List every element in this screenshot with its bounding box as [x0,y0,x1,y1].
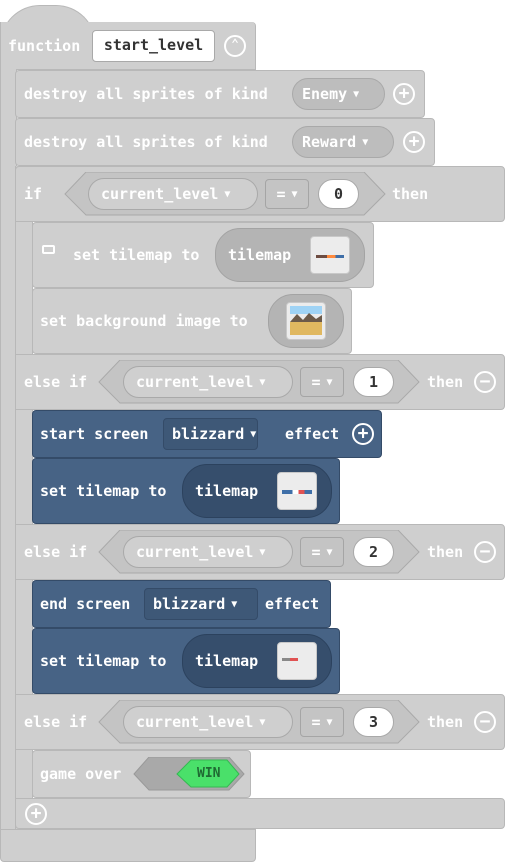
tilemap-label-1: tilemap [195,482,259,500]
variable-dropdown[interactable]: current_level ▼ [123,536,293,568]
enemy-kind-dropdown[interactable]: Enemy ▼ [292,78,385,110]
effect-value-2: blizzard [153,595,226,613]
function-name-field[interactable]: start_level [92,30,215,62]
background-image-reporter[interactable] [268,294,344,348]
chevron-down-icon: ▼ [259,547,266,558]
if-block-footer [15,798,505,829]
set-tilemap-label-1: set tilemap to [40,482,167,500]
value-field-0[interactable]: 0 [318,179,359,209]
tilemap-thumbnail-2[interactable] [277,642,317,680]
operator-dropdown[interactable]: = ▼ [300,367,344,397]
chevron-down-icon: ▼ [231,599,238,610]
if-keyword: if [24,185,43,203]
plus-icon[interactable]: + [352,423,374,445]
value-field-2[interactable]: 2 [353,537,394,567]
then-keyword: then [427,373,464,391]
end-screen-label: end screen [40,595,131,613]
minus-icon[interactable]: − [474,371,496,393]
reward-kind-dropdown[interactable]: Reward ▼ [292,126,394,158]
operator-dropdown[interactable]: = ▼ [265,179,309,209]
win-boolean-slot [133,757,245,791]
effect-suffix-1: effect [285,425,340,443]
set-tilemap-label-0: set tilemap to [73,246,200,264]
effect-dropdown-2[interactable]: blizzard ▼ [144,588,258,620]
destroy-reward-label: destroy all sprites of kind [24,133,268,151]
chevron-down-icon: ▼ [259,717,266,728]
operator-value: = [311,713,321,731]
chevron-down-icon: ▼ [326,717,333,728]
operator-dropdown[interactable]: = ▼ [300,707,344,737]
chevron-down-icon: ▼ [362,137,369,148]
mountains-icon [290,313,322,322]
chevron-down-icon: ▼ [291,189,298,200]
else-if-keyword-3: else if [24,713,88,731]
start-screen-label: start screen [40,425,149,443]
effect-value-1: blizzard [172,425,245,443]
variable-name: current_level [136,543,254,561]
then-keyword: then [427,713,464,731]
tilemap-reporter-1[interactable]: tilemap [182,464,332,518]
operator-value: = [276,185,286,203]
plus-icon[interactable]: + [25,803,47,825]
plus-icon[interactable]: + [393,83,415,105]
function-footer [0,829,256,862]
minus-icon[interactable]: − [474,711,496,733]
destroy-enemy-label: destroy all sprites of kind [24,85,268,103]
screen-icon [42,245,55,254]
tilemap-thumbnail-1[interactable] [277,472,317,510]
reward-kind-value: Reward [302,133,357,151]
tilemap-preview-line [316,255,344,258]
chevron-down-icon: ▼ [224,189,231,200]
operator-value: = [311,373,321,391]
variable-dropdown[interactable]: current_level ▼ [123,706,293,738]
chevron-down-icon: ▼ [353,89,360,100]
operator-value: = [311,543,321,561]
chevron-down-icon: ▼ [326,547,333,558]
sand [290,322,322,335]
variable-dropdown[interactable]: current_level ▼ [88,178,258,210]
tilemap-reporter-2[interactable]: tilemap [182,634,332,688]
effect-suffix-2: effect [265,595,320,613]
tilemap-preview-line [282,490,312,494]
else-if-keyword-1: else if [24,373,88,391]
variable-name: current_level [136,713,254,731]
chevron-up-icon[interactable]: ⌃ [224,35,246,57]
function-keyword: function [8,37,81,55]
tilemap-label-0: tilemap [228,246,292,264]
effect-dropdown-1[interactable]: blizzard ▼ [163,418,258,450]
win-value[interactable]: WIN [197,764,220,784]
tilemap-reporter-0[interactable]: tilemap [215,228,365,282]
value-field-1[interactable]: 1 [353,367,394,397]
enemy-kind-value: Enemy [302,85,348,103]
value-field-3[interactable]: 3 [353,707,394,737]
tilemap-preview-line [282,658,298,661]
else-if-keyword-2: else if [24,543,88,561]
tilemap-thumbnail-0[interactable] [310,236,350,274]
set-tilemap-label-2: set tilemap to [40,652,167,670]
set-background-label: set background image to [40,312,248,330]
minus-icon[interactable]: − [474,541,496,563]
background-image-thumbnail[interactable] [286,302,326,340]
variable-name: current_level [136,373,254,391]
chevron-down-icon: ▼ [250,429,257,440]
tilemap-label-2: tilemap [195,652,259,670]
game-over-label: game over [40,765,122,783]
chevron-down-icon: ▼ [326,377,333,388]
then-keyword: then [392,185,429,203]
operator-dropdown[interactable]: = ▼ [300,537,344,567]
variable-dropdown[interactable]: current_level ▼ [123,366,293,398]
plus-icon[interactable]: + [403,131,425,153]
variable-name: current_level [101,185,219,203]
then-keyword: then [427,543,464,561]
chevron-down-icon: ▼ [259,377,266,388]
